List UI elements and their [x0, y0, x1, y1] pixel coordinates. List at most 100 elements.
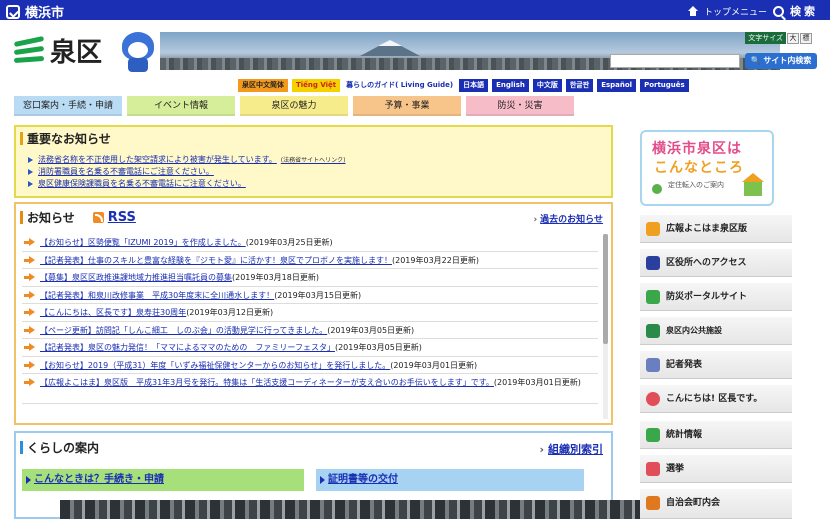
important-item[interactable]: 泉区健康保険課職員を名乗る不審電話にご注意ください。 [28, 178, 608, 190]
arrow-icon [24, 343, 36, 352]
living-guide-title: くらしの案内 [20, 439, 99, 456]
banner-line-1: 横浜市泉区は [652, 141, 742, 157]
news-item: 【お知らせ】2019（平成31）年度「いずみ福祉保健センターからのお知らせ」を発… [22, 357, 598, 374]
sidebar-item-label: 統計情報 [666, 430, 703, 440]
arrow-icon [24, 238, 36, 247]
lang-vietnamese[interactable]: Tiếng Việt [292, 79, 341, 92]
past-news-link[interactable]: 過去のお知らせ [533, 212, 603, 225]
text-size-label: 文字サイズ [745, 32, 786, 44]
text-size-large-button[interactable]: 大 [787, 32, 799, 44]
news-date: (2019年03月01日更新) [493, 378, 581, 387]
sidebar-item-koho[interactable]: 広報よこはま泉区版 [640, 215, 792, 243]
sidebar-item-access[interactable]: 区役所へのアクセス [640, 249, 792, 277]
living-guide-link[interactable]: 暮らしのガイド( Living Guide) [344, 79, 455, 92]
news-date: (2019年03月15日更新) [274, 290, 362, 300]
text-size-standard-button[interactable]: 標 [800, 32, 812, 44]
scrollbar-thumb[interactable] [603, 234, 608, 344]
relocation-banner[interactable]: 横浜市泉区は こんなところ 定住転入のご案内 [640, 130, 774, 206]
news-scrollbar[interactable] [603, 234, 608, 419]
news-item: 【記者発表】仕事のスキルと豊富な経験を『ジモト愛』に活かす！泉区でプロボノを実施… [22, 252, 598, 269]
ward-logo-link[interactable]: 泉区 [12, 32, 112, 68]
news-link[interactable]: 【記者発表】和泉川改修事業 平成30年度末に全川通水します！ [40, 291, 274, 300]
city-name: 横浜市 [25, 6, 65, 21]
rss-icon[interactable] [92, 212, 104, 223]
mascot-icon [646, 392, 660, 406]
train-icon [646, 256, 660, 270]
certificates-button[interactable]: 証明書等の交付 [316, 469, 584, 491]
news-list: 【お知らせ】区勢便覧「IZUMI 2019」を作成しました。 (2019年03月2… [22, 234, 598, 404]
lang-portuguese[interactable]: Português [640, 79, 689, 92]
lang-korean[interactable]: 한글판 [565, 79, 594, 92]
tab-counter-guide[interactable]: 窓口案内・手続・申請 [14, 96, 122, 116]
top-menu-link[interactable]: トップメニュー [704, 5, 767, 18]
lang-chinese-simplified[interactable]: 泉区中文简体 [238, 79, 288, 92]
site-search-input[interactable] [610, 54, 740, 68]
lang-japanese[interactable]: 日本語 [459, 79, 489, 92]
news-item: 【記者発表】和泉川改修事業 平成30年度末に全川通水します！(2019年03月1… [22, 287, 598, 304]
mascot-image [118, 32, 158, 74]
top-search-link[interactable]: 検索 [790, 3, 818, 19]
news-link[interactable]: 【記者発表】仕事のスキルと豊富な経験を『ジモト愛』に活かす！泉区でプロボノを実施… [40, 256, 392, 265]
bar-chart-icon [646, 428, 660, 442]
news-link[interactable]: 【記者発表】泉区の魅力発信！「ママによるママのための ファミリーフェスタ」 [40, 343, 335, 352]
pin-icon [652, 184, 662, 194]
important-title: 重要なお知らせ [20, 130, 111, 147]
sidebar-item-disaster-portal[interactable]: 防災ポータルサイト [640, 283, 792, 311]
news-item: 【ページ更新】訪問記「しんこ細工 しのぶ会」の活動見学に行ってきました。(201… [22, 322, 598, 339]
sidebar-item-community[interactable]: 自治会町内会 [640, 489, 792, 519]
search-icon[interactable] [773, 5, 784, 17]
arrow-icon [24, 378, 36, 387]
news-link[interactable]: 【広報よこはま】泉区版 平成31年3月号を発行。特集は「生活支援コーディネーター… [40, 378, 494, 387]
news-section: お知らせ RSS 過去のお知らせ 【お知らせ】区勢便覧「IZUMI 2019」を… [14, 202, 613, 425]
important-item[interactable]: 消防署職員を名乗る不審電話にご注意ください。 [28, 166, 608, 178]
site-search-button-label: サイト内検索 [763, 56, 812, 65]
tab-budget[interactable]: 予算・事業 [353, 96, 461, 116]
news-title-row: お知らせ RSS [20, 209, 136, 226]
sidebar-item-press[interactable]: 記者発表 [640, 351, 792, 379]
news-date: (2019年03月22日更新) [392, 255, 479, 265]
megaphone-icon [646, 290, 660, 304]
important-item[interactable]: 法務省名称を不正使用した架空請求により被害が発生しています。 (法務省サイトへリン… [28, 154, 608, 166]
news-item: 【広報よこはま】泉区版 平成31年3月号を発行。特集は「生活支援コーディネーター… [22, 374, 598, 404]
pencil-icon [646, 222, 660, 236]
house-icon [742, 173, 764, 196]
sidebar-item-label: こんにちは! 区長です。 [666, 394, 763, 404]
sidebar-item-label: 自治会町内会 [666, 498, 721, 508]
arrow-icon [24, 360, 36, 370]
important-item-text[interactable]: 泉区健康保険課職員を名乗る不審電話にご注意ください。 [38, 179, 246, 188]
sidebar-item-facilities[interactable]: 泉区内公共施設 [640, 317, 792, 345]
lang-english[interactable]: English [492, 79, 529, 92]
important-item-text[interactable]: 消防署職員を名乗る不審電話にご注意ください。 [38, 167, 214, 176]
lang-spanish[interactable]: Español [597, 79, 637, 92]
org-index-link[interactable]: 組織別索引 [539, 441, 603, 457]
important-item-text[interactable]: 法務省名称を不正使用した架空請求により被害が発生しています。 [38, 155, 277, 164]
site-search-button[interactable]: 🔍 サイト内検索 [745, 53, 817, 69]
news-link[interactable]: 【募集】泉区区政推進課地域力推進担当嘱託員の募集 [40, 273, 232, 282]
news-link[interactable]: 【お知らせ】区勢便覧「IZUMI 2019」を作成しました。 [40, 238, 246, 247]
arrow-icon [24, 290, 36, 300]
news-item: 【お知らせ】区勢便覧「IZUMI 2019」を作成しました。(2019年03月2… [22, 234, 598, 252]
news-link[interactable]: 【こんにちは、区長です】泉寿荘30周年 [40, 308, 186, 317]
city-logo-link[interactable]: 横浜市 [6, 2, 64, 21]
top-bar: 横浜市 トップメニュー 検索 [0, 0, 830, 21]
tab-attractions[interactable]: 泉区の魅力 [240, 96, 348, 116]
news-title: お知らせ [27, 211, 75, 225]
news-link[interactable]: 【お知らせ】2019（平成31）年度「いずみ福祉保健センターからのお知らせ」を発… [40, 361, 390, 370]
sidebar-item-mayor[interactable]: こんにちは! 区長です。 [640, 385, 792, 413]
arrow-icon [24, 308, 36, 317]
tab-disaster[interactable]: 防災・災害 [466, 96, 574, 116]
news-date: (2019年03月12日更新) [186, 308, 274, 317]
sidebar-item-label: 泉区内公共施設 [666, 326, 722, 335]
news-link[interactable]: 【ページ更新】訪問記「しんこ細工 しのぶ会」の活動見学に行ってきました。 [40, 326, 327, 335]
lang-chinese[interactable]: 中文版 [532, 79, 562, 92]
important-notices: 重要なお知らせ 法務省名称を不正使用した架空請求により被害が発生しています。 (法… [14, 125, 613, 198]
header: 泉区 文字サイズ 大 標 🔍 サイト内検索 [0, 20, 830, 76]
sidebar-item-election[interactable]: 選挙 [640, 455, 792, 483]
tab-events[interactable]: イベント情報 [127, 96, 235, 116]
procedures-button[interactable]: こんなときは？手続き・申請 [22, 469, 304, 491]
news-item: 【募集】泉区区政推進課地域力推進担当嘱託員の募集(2019年03月18日更新) [22, 269, 598, 287]
text-size-control: 文字サイズ 大 標 [745, 32, 812, 44]
sidebar-item-statistics[interactable]: 統計情報 [640, 421, 792, 449]
yokohama-logo-icon [6, 4, 20, 19]
rss-link[interactable]: RSS [108, 210, 136, 225]
